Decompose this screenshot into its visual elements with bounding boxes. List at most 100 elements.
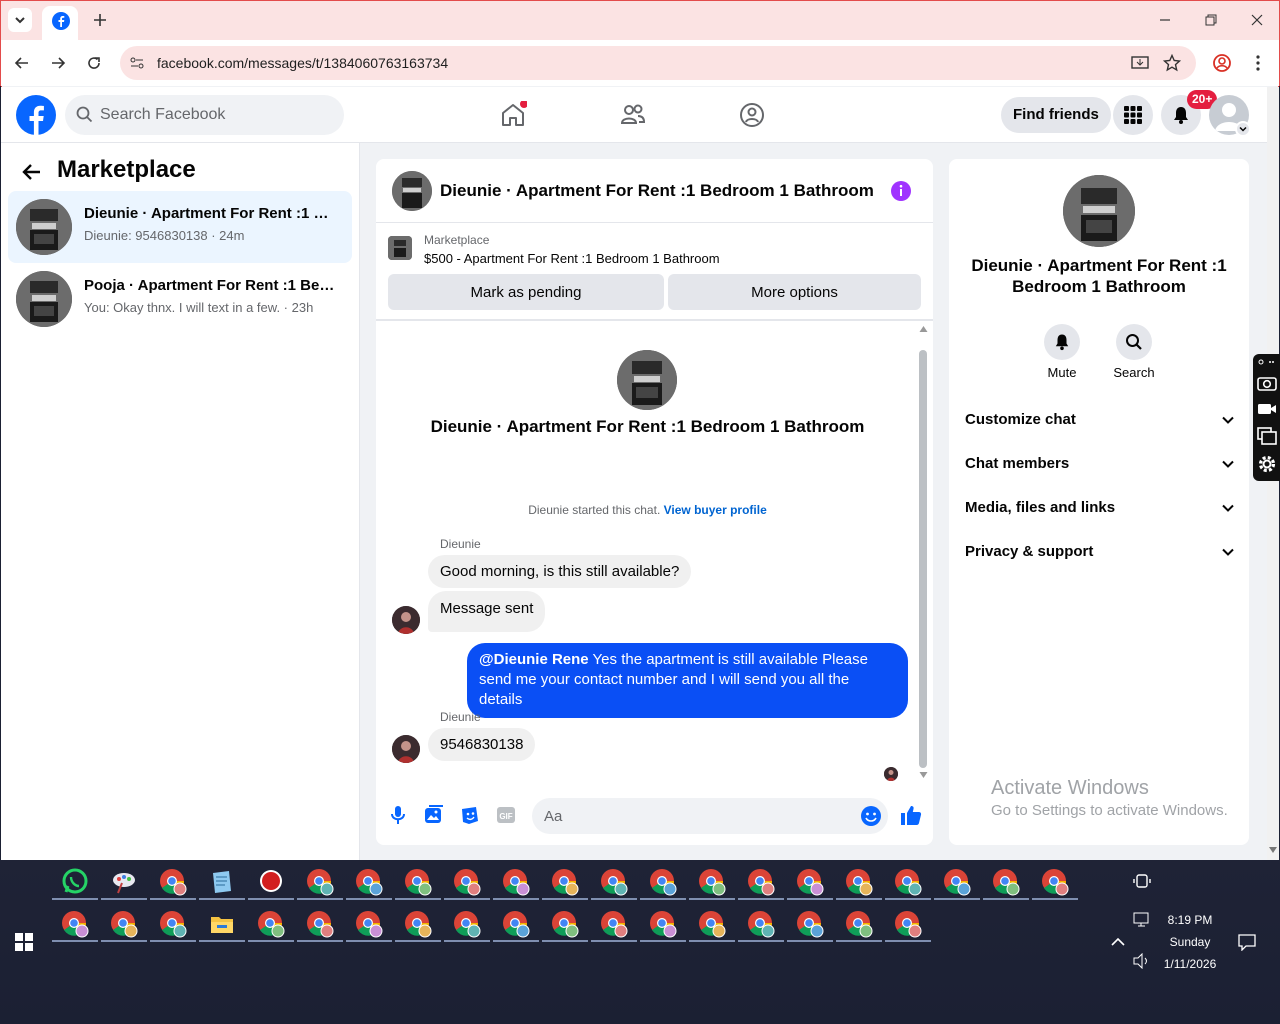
taskbar-chrome-button[interactable] [942, 867, 972, 897]
groups-tab[interactable] [738, 101, 766, 129]
browser-menu-button[interactable] [1248, 53, 1268, 73]
listing-price[interactable]: $500 - Apartment For Rent :1 Bedroom 1 B… [424, 251, 720, 266]
taskbar-chrome-button[interactable] [501, 867, 531, 897]
taskbar-chrome-button[interactable] [354, 909, 384, 939]
chat-header-avatar[interactable] [392, 171, 432, 211]
taskbar-chrome-button[interactable] [256, 909, 286, 939]
taskbar-chrome-button[interactable] [305, 909, 335, 939]
tab-search-button[interactable] [8, 8, 32, 32]
site-info-icon[interactable] [128, 54, 146, 72]
gif-button[interactable]: GIF [496, 805, 516, 825]
restore-button[interactable] [1201, 10, 1221, 30]
forward-button[interactable] [48, 53, 68, 73]
taskbar-chrome-button[interactable] [991, 867, 1021, 897]
taskbar-chrome-button[interactable] [844, 867, 874, 897]
taskbar-chrome-button[interactable] [550, 867, 580, 897]
scroll-down-arrow[interactable] [919, 771, 928, 779]
sender-avatar[interactable] [392, 735, 420, 763]
volume-control[interactable] [1133, 953, 1151, 969]
find-friends-button[interactable]: Find friends [1001, 97, 1111, 133]
attach-photo-button[interactable] [424, 805, 444, 825]
minimize-button[interactable] [1155, 10, 1175, 30]
start-button[interactable] [15, 933, 33, 951]
taskbar-chrome-button[interactable] [501, 909, 531, 939]
emoji-button[interactable] [860, 805, 882, 827]
task-view-button[interactable] [1133, 872, 1151, 890]
capture-settings-button[interactable] [1257, 454, 1277, 474]
taskbar-chrome-button[interactable] [403, 909, 433, 939]
taskbar-recorder-button[interactable] [256, 867, 286, 897]
view-buyer-profile-link[interactable]: View buyer profile [664, 503, 767, 517]
message-mention[interactable]: @Dieunie Rene [479, 651, 589, 668]
clock-date[interactable]: 1/11/2026 [1160, 957, 1220, 971]
show-hidden-icons-button[interactable] [1110, 934, 1126, 950]
taskbar-chrome-button[interactable] [452, 867, 482, 897]
reload-button[interactable] [84, 53, 104, 73]
taskbar-explorer-button[interactable] [207, 909, 237, 939]
clock-time[interactable]: 8:19 PM [1160, 913, 1220, 927]
page-scroll-down[interactable] [1268, 846, 1278, 854]
clock-day[interactable]: Sunday [1160, 935, 1220, 949]
sticker-button[interactable] [460, 805, 480, 825]
more-options-button[interactable]: More options [668, 274, 921, 310]
taskbar-chrome-button[interactable] [354, 867, 384, 897]
taskbar-chrome-button[interactable] [697, 867, 727, 897]
capture-window-button[interactable] [1257, 427, 1277, 445]
taskbar-chrome-button[interactable] [305, 867, 335, 897]
taskbar-chrome-button[interactable] [599, 909, 629, 939]
taskbar-chrome-button[interactable] [746, 867, 776, 897]
taskbar-whatsapp-button[interactable] [60, 867, 90, 897]
chat-header-title[interactable]: Dieunie · Apartment For Rent :1 Bedroom … [440, 181, 874, 201]
taskbar-chrome-button[interactable] [158, 867, 188, 897]
sender-avatar[interactable] [392, 606, 420, 634]
back-to-marketplace-button[interactable] [21, 161, 43, 183]
taskbar-chrome-button[interactable] [60, 909, 90, 939]
message-input[interactable]: Aa [544, 808, 562, 825]
details-avatar[interactable] [1063, 175, 1135, 247]
home-tab[interactable] [499, 101, 527, 129]
taskbar-chrome-button[interactable] [648, 909, 678, 939]
taskbar-chrome-button[interactable] [795, 909, 825, 939]
network-status[interactable] [1133, 912, 1151, 928]
conversation-info-button[interactable] [890, 180, 912, 202]
message-bubble-incoming[interactable]: 9546830138 [428, 728, 536, 761]
taskbar-chrome-button[interactable] [599, 867, 629, 897]
chat-scrollbar-thumb[interactable] [919, 350, 927, 768]
taskbar-chrome-button[interactable] [844, 909, 874, 939]
send-like-button[interactable] [899, 803, 923, 827]
voice-clip-button[interactable] [389, 805, 407, 825]
bookmark-button[interactable] [1163, 54, 1181, 72]
message-bubble-incoming[interactable]: Good morning, is this still available? [428, 555, 692, 588]
taskbar-chrome-button[interactable] [697, 909, 727, 939]
privacy-support-row[interactable]: Privacy & support [965, 543, 1235, 560]
browser-tab[interactable] [42, 6, 78, 40]
message-bubble-outgoing[interactable]: @Dieunie Rene Yes the apartment is still… [467, 643, 908, 718]
taskbar-chrome-button[interactable] [1040, 867, 1070, 897]
scroll-up-arrow[interactable] [919, 325, 928, 333]
chat-members-row[interactable]: Chat members [965, 455, 1235, 472]
menu-button[interactable] [1113, 95, 1153, 135]
notification-center-button[interactable] [1238, 933, 1256, 951]
install-app-button[interactable] [1131, 54, 1149, 72]
new-tab-button[interactable] [90, 10, 110, 30]
taskbar-chrome-button[interactable] [158, 909, 188, 939]
customize-chat-row[interactable]: Customize chat [965, 411, 1235, 428]
taskbar-chrome-button[interactable] [893, 909, 923, 939]
capture-video-button[interactable] [1257, 401, 1277, 417]
message-bubble-incoming[interactable]: Message sent [428, 591, 546, 632]
taskbar-notepad-button[interactable] [207, 867, 237, 897]
friends-tab[interactable] [619, 101, 647, 129]
taskbar-chrome-button[interactable] [109, 909, 139, 939]
search-in-conversation-button[interactable] [1116, 324, 1152, 360]
taskbar-paint-button[interactable] [109, 867, 139, 897]
url-text[interactable]: facebook.com/messages/t/1384060763163734 [157, 55, 448, 71]
taskbar-chrome-button[interactable] [893, 867, 923, 897]
search-input[interactable]: Search Facebook [100, 106, 225, 124]
facebook-logo[interactable] [16, 95, 56, 135]
taskbar-chrome-button[interactable] [795, 867, 825, 897]
taskbar-chrome-button[interactable] [746, 909, 776, 939]
close-window-button[interactable] [1247, 10, 1267, 30]
taskbar-chrome-button[interactable] [452, 909, 482, 939]
taskbar-chrome-button[interactable] [648, 867, 678, 897]
capture-tool-link[interactable] [1258, 358, 1276, 366]
